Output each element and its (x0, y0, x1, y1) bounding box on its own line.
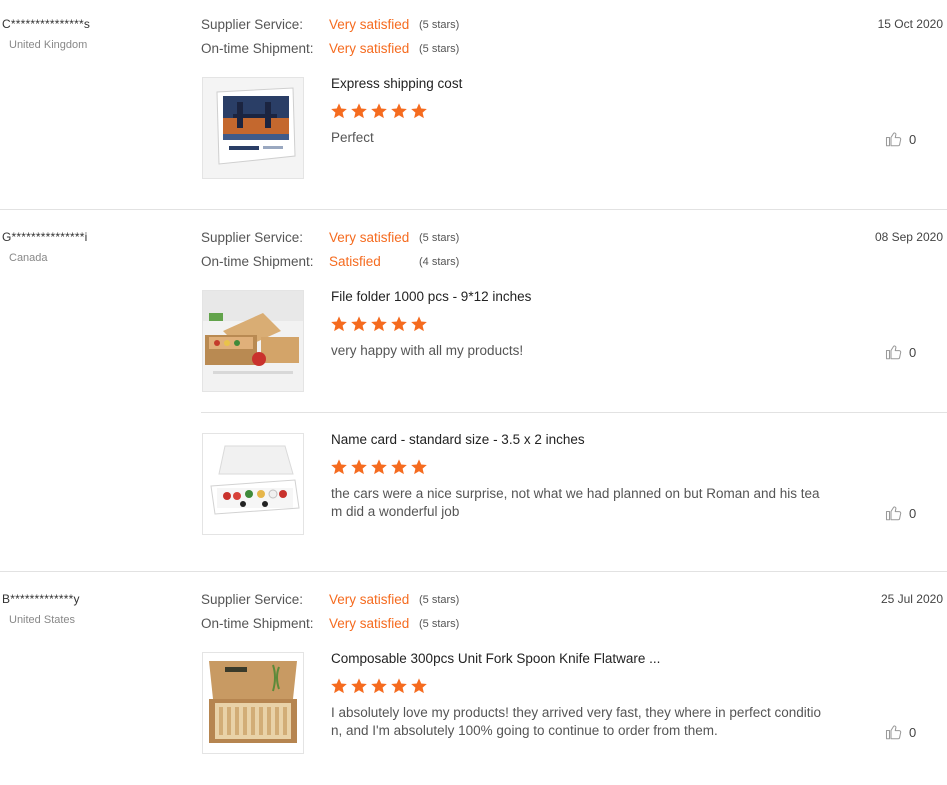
star-icon (351, 316, 367, 332)
star-icon (371, 678, 387, 694)
like-button[interactable]: 0 (885, 721, 916, 743)
shipment-value: Satisfied (329, 254, 381, 269)
star-icon (391, 459, 407, 475)
review-divider (0, 571, 947, 572)
supplier-service-stars: (5 stars) (419, 19, 460, 31)
thumbs-up-icon (885, 132, 902, 147)
supplier-service-stars: (5 stars) (419, 594, 460, 606)
product-title[interactable]: File folder 1000 pcs - 9*12 inches (331, 289, 531, 304)
supplier-service-value: Very satisfied (329, 17, 410, 32)
star-icon (411, 459, 427, 475)
review-date: 25 Jul 2020 (880, 592, 943, 606)
reviewer-country: United Kingdom (9, 39, 88, 51)
supplier-service-value: Very satisfied (329, 230, 410, 245)
thumbs-up-icon (885, 506, 902, 521)
star-icon (351, 103, 367, 119)
shipment-stars: (5 stars) (419, 618, 460, 630)
star-icon (331, 678, 347, 694)
supplier-service-value: Very satisfied (329, 592, 410, 607)
star-icon (391, 316, 407, 332)
product-star-rating (330, 458, 428, 476)
item-divider (201, 412, 947, 413)
star-icon (371, 316, 387, 332)
product-title[interactable]: Name card - standard size - 3.5 x 2 inch… (331, 432, 585, 447)
review-comment: Perfect (331, 130, 374, 145)
review-comment: very happy with all my products! (331, 343, 524, 358)
like-button[interactable]: 0 (885, 502, 916, 524)
product-image[interactable] (202, 652, 304, 754)
star-icon (351, 678, 367, 694)
shipment-label: On-time Shipment: (201, 254, 314, 269)
star-icon (371, 459, 387, 475)
review-comment: I absolutely love my products! they arri… (331, 705, 821, 738)
shipment-stars: (4 stars) (419, 256, 460, 268)
star-icon (411, 316, 427, 332)
shipment-value: Very satisfied (329, 41, 410, 56)
reviewer-country: Canada (9, 252, 48, 264)
product-star-rating (330, 102, 428, 120)
thumbs-up-icon (885, 725, 902, 740)
supplier-service-stars: (5 stars) (419, 232, 460, 244)
star-icon (391, 678, 407, 694)
review-date: 15 Oct 2020 (877, 17, 943, 31)
like-count: 0 (909, 344, 917, 360)
product-star-rating (330, 315, 428, 333)
like-button[interactable]: 0 (885, 128, 916, 150)
star-icon (391, 103, 407, 119)
supplier-service-label: Supplier Service: (201, 230, 304, 245)
star-icon (351, 459, 367, 475)
product-image[interactable] (202, 77, 304, 179)
product-image[interactable] (202, 433, 304, 535)
product-title[interactable]: Composable 300pcs Unit Fork Spoon Knife … (331, 651, 660, 666)
star-icon (411, 678, 427, 694)
like-count: 0 (909, 131, 917, 147)
shipment-value: Very satisfied (329, 616, 410, 631)
product-image[interactable] (202, 290, 304, 392)
like-count: 0 (909, 505, 917, 521)
star-icon (411, 103, 427, 119)
like-button[interactable]: 0 (885, 341, 916, 363)
supplier-service-label: Supplier Service: (201, 17, 304, 32)
reviewer-name: B*************y (2, 592, 80, 606)
review-divider (0, 209, 947, 210)
review-comment: the cars were a nice surprise, not what … (331, 486, 820, 519)
reviewer-country: United States (9, 614, 76, 626)
reviewer-name: C***************s (2, 17, 91, 31)
review-date: 08 Sep 2020 (874, 230, 943, 244)
star-icon (371, 103, 387, 119)
reviewer-name: G***************i (2, 230, 88, 244)
like-count: 0 (909, 724, 917, 740)
supplier-service-label: Supplier Service: (201, 592, 304, 607)
product-star-rating (330, 677, 428, 695)
star-icon (331, 459, 347, 475)
product-title[interactable]: Express shipping cost (331, 76, 462, 91)
star-icon (331, 103, 347, 119)
thumbs-up-icon (885, 345, 902, 360)
shipment-label: On-time Shipment: (201, 41, 314, 56)
star-icon (331, 316, 347, 332)
shipment-stars: (5 stars) (419, 43, 460, 55)
shipment-label: On-time Shipment: (201, 616, 314, 631)
